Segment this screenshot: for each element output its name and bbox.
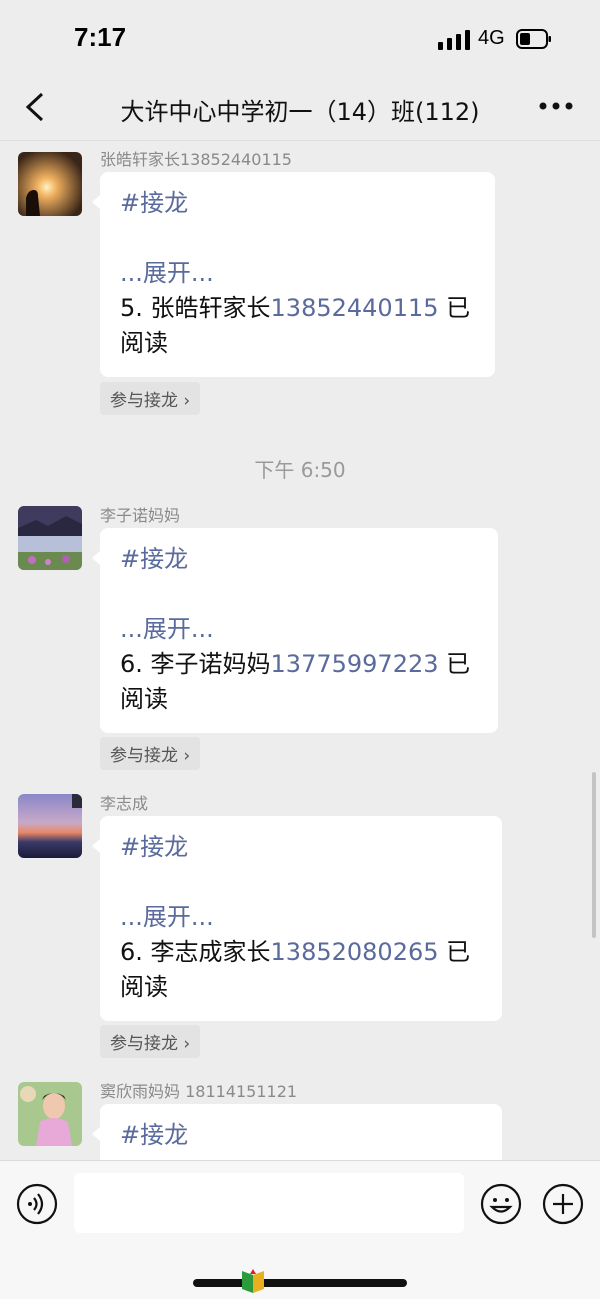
voice-icon[interactable] (16, 1183, 58, 1225)
join-chain-button[interactable]: 参与接龙 › (100, 1025, 201, 1058)
join-chain-button[interactable]: 参与接龙 › (100, 382, 201, 415)
timestamp: 下午 6:50 (254, 458, 346, 482)
message-input[interactable] (74, 1173, 464, 1233)
hashtag-text[interactable]: #接龙 (120, 186, 475, 221)
chat-title: 大许中心中学初一（14）班(112) (120, 98, 480, 126)
message-bubble[interactable]: #接龙 (92, 1104, 502, 1160)
message-text: 阅读 (120, 973, 168, 1001)
avatar[interactable] (18, 506, 82, 570)
plus-icon[interactable] (542, 1183, 584, 1225)
sender-name: 窦欣雨妈妈 18114151121 (100, 1082, 298, 1101)
more-dots-icon[interactable] (538, 100, 574, 112)
hashtag-text[interactable]: #接龙 (120, 830, 482, 865)
message-bubble[interactable]: #接龙 ...展开... 6. 李子诺妈妈13775997223 已 阅读 (92, 528, 498, 733)
sender-name: 张皓轩家长13852440115 (100, 150, 292, 169)
sender-name: 李志成 (100, 794, 149, 813)
message-text: 6. 李子诺妈妈13775997223 已 (120, 647, 478, 682)
entry-status: 已 (438, 650, 471, 678)
input-bar (0, 1160, 600, 1299)
message-bubble[interactable]: #接龙 ...展开... 6. 李志成家长13852080265 已 阅读 (92, 816, 502, 1021)
message-text: 阅读 (120, 329, 168, 357)
nav-bar: 大许中心中学初一（14）班(112) (0, 78, 600, 141)
book-logo-icon (242, 1269, 264, 1293)
signal-icon (438, 30, 470, 50)
join-chain-label: 参与接龙 (110, 391, 178, 411)
emoji-icon[interactable] (480, 1183, 522, 1225)
avatar[interactable] (18, 152, 82, 216)
expand-link[interactable]: ...展开... (120, 256, 475, 291)
status-time: 7:17 (74, 22, 127, 52)
message-bubble[interactable]: #接龙 ...展开... 5. 张皓轩家长13852440115 已 阅读 (92, 172, 495, 377)
entry-status: 已 (438, 938, 471, 966)
hashtag-text[interactable]: #接龙 (120, 542, 478, 577)
phone-link[interactable]: 13852440115 (271, 294, 439, 322)
watermark (240, 1269, 266, 1293)
phone-link[interactable]: 13775997223 (271, 650, 439, 678)
status-bar: 7:17 4G (0, 0, 600, 78)
join-chain-label: 参与接龙 (110, 746, 178, 766)
phone-link[interactable]: 13852080265 (271, 938, 439, 966)
chat-area: 张皓轩家长13852440115 #接龙 ...展开... 5. 张皓轩家长13… (0, 140, 600, 1160)
expand-link[interactable]: ...展开... (120, 900, 482, 935)
join-chain-label: 参与接龙 (110, 1034, 178, 1054)
avatar[interactable] (18, 1082, 82, 1146)
avatar[interactable] (18, 794, 82, 858)
scrollbar[interactable] (592, 772, 596, 938)
entry-name: 6. 李子诺妈妈 (120, 650, 271, 678)
entry-status: 已 (438, 294, 471, 322)
message-text: 6. 李志成家长13852080265 已 (120, 935, 482, 970)
home-indicator[interactable] (193, 1279, 407, 1287)
hashtag-text[interactable]: #接龙 (120, 1118, 482, 1153)
back-icon[interactable] (18, 90, 52, 124)
network-label: 4G (478, 27, 505, 49)
join-chain-button[interactable]: 参与接龙 › (100, 737, 201, 770)
entry-name: 5. 张皓轩家长 (120, 294, 271, 322)
message-text: 阅读 (120, 685, 168, 713)
message-text: 5. 张皓轩家长13852440115 已 (120, 291, 475, 326)
entry-name: 6. 李志成家长 (120, 938, 271, 966)
battery-icon (516, 29, 551, 49)
expand-link[interactable]: ...展开... (120, 612, 478, 647)
sender-name: 李子诺妈妈 (100, 506, 181, 525)
